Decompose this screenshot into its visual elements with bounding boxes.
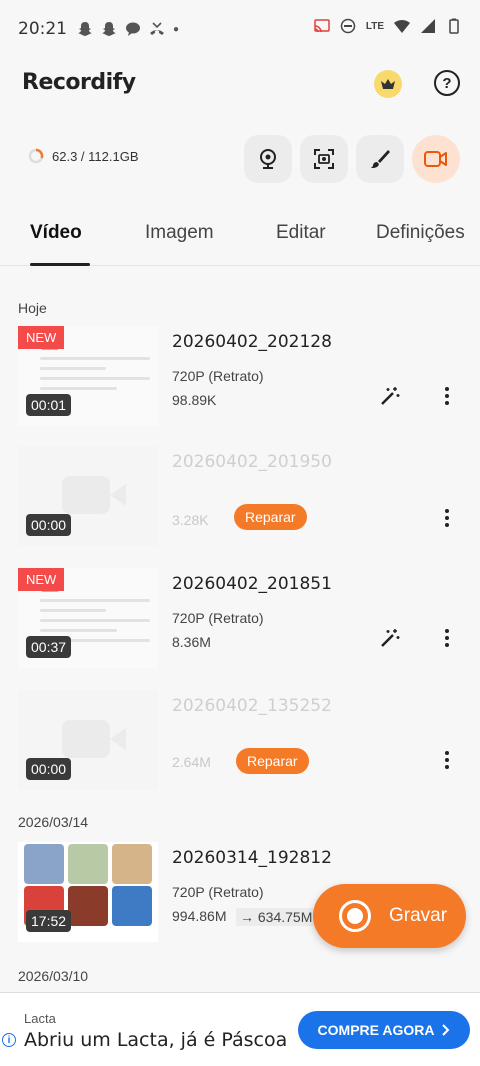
storage-ring-icon (28, 148, 44, 164)
duration-badge: 00:00 (26, 758, 72, 780)
video-thumbnail[interactable]: NEW 00:01 (18, 326, 158, 426)
video-placeholder-icon (62, 476, 126, 514)
list-item[interactable]: NEW 00:01 20260402_202128 720P (Retrato)… (0, 326, 480, 426)
new-badge: NEW (18, 568, 65, 591)
app-header: Recordify ? (0, 60, 480, 110)
brush-icon (371, 150, 390, 168)
video-thumbnail[interactable]: NEW 00:37 (18, 568, 158, 668)
magic-edit-button[interactable] (376, 624, 404, 652)
ad-info-icon[interactable]: i (2, 1033, 16, 1047)
more-options-button[interactable] (436, 504, 458, 532)
screenshot-button[interactable] (300, 135, 348, 183)
duration-badge: 00:37 (26, 636, 72, 658)
more-options-button[interactable] (436, 746, 458, 774)
lte-indicator: LTE (365, 20, 384, 32)
webcam-button[interactable] (244, 135, 292, 183)
item-resolution: 720P (Retrato) (172, 368, 264, 384)
item-title: 20260402_201851 (172, 574, 332, 594)
record-button[interactable]: Gravar (313, 884, 466, 948)
snapchat-icon (78, 22, 92, 36)
dot-icon: ● (173, 23, 180, 35)
arrow-right-icon: → (240, 909, 258, 925)
repair-button[interactable]: Reparar (236, 748, 309, 774)
battery-icon (449, 18, 459, 34)
list-item[interactable]: 00:00 20260402_201950 3.28K Reparar (0, 446, 480, 546)
duration-badge: 00:00 (26, 514, 72, 536)
list-item[interactable]: 00:00 20260402_135252 2.64M Reparar (0, 690, 480, 790)
repair-button[interactable]: Reparar (234, 504, 307, 530)
signal-icon (421, 19, 435, 33)
webcam-icon (260, 149, 276, 169)
screenshot-icon (314, 149, 334, 169)
video-thumbnail[interactable]: 00:00 (18, 446, 158, 546)
section-label: Hoje (18, 300, 47, 316)
more-options-button[interactable] (436, 624, 458, 652)
ad-text: Abriu um Lacta, já é Páscoa (24, 1029, 288, 1051)
video-camera-icon (424, 151, 447, 167)
duration-badge: 00:01 (26, 394, 72, 416)
tab-video[interactable]: Vídeo (30, 222, 82, 244)
storage-text: 62.3 / 112.1GB (52, 148, 139, 164)
item-size: 3.28K (172, 512, 209, 528)
more-options-button[interactable] (436, 382, 458, 410)
brush-button[interactable] (356, 135, 404, 183)
item-title: 20260402_135252 (172, 696, 332, 716)
compressed-size: → 634.75M (236, 908, 317, 926)
tab-image[interactable]: Imagem (145, 222, 214, 244)
missed-call-icon (150, 22, 164, 35)
item-size: 98.89K (172, 392, 217, 408)
section-label: 2026/03/10 (18, 968, 89, 984)
app-logo: Recordify (22, 70, 136, 95)
magic-wand-icon (381, 629, 400, 647)
section-label: 2026/03/14 (18, 814, 89, 830)
item-resolution: 720P (Retrato) (172, 610, 264, 626)
ad-cta-button[interactable]: COMPRE AGORA (298, 1011, 470, 1049)
magic-wand-icon (381, 387, 400, 405)
chat-icon (126, 22, 140, 36)
magic-edit-button[interactable] (376, 382, 404, 410)
item-title: 20260314_192812 (172, 848, 332, 868)
item-size: 8.36M (172, 634, 211, 650)
cast-icon (314, 19, 330, 33)
tab-edit[interactable]: Editar (276, 222, 326, 244)
premium-button[interactable] (374, 70, 402, 98)
item-size: 2.64M (172, 754, 211, 770)
item-title: 20260402_201950 (172, 452, 332, 472)
status-bar: 20:21 ● LTE (0, 0, 480, 58)
ad-banner[interactable]: i Lacta Abriu um Lacta, já é Páscoa COMP… (0, 992, 480, 1066)
item-resolution: 720P (Retrato) (172, 884, 264, 900)
tab-indicator (30, 263, 90, 266)
record-icon (339, 900, 371, 932)
tab-bar: Vídeo Imagem Editar Definições (0, 218, 480, 266)
record-label: Gravar (389, 905, 448, 926)
status-time: 20:21 (18, 19, 67, 39)
video-placeholder-icon (62, 720, 126, 758)
do-not-disturb-icon (340, 18, 356, 34)
duration-badge: 17:52 (26, 910, 72, 932)
video-thumbnail[interactable]: 00:00 (18, 690, 158, 790)
record-mode-button[interactable] (412, 135, 460, 183)
video-thumbnail[interactable]: 17:52 (18, 842, 158, 942)
ad-brand: Lacta (24, 1011, 56, 1026)
tab-settings[interactable]: Definições (376, 222, 465, 244)
crown-icon (381, 79, 395, 89)
chevron-right-icon (442, 1024, 450, 1036)
item-size: 994.86M (172, 908, 227, 924)
wifi-icon (394, 19, 410, 33)
new-badge: NEW (18, 326, 65, 349)
snapchat-icon (102, 22, 116, 36)
help-button[interactable]: ? (434, 70, 460, 96)
item-title: 20260402_202128 (172, 332, 332, 352)
storage-indicator: 62.3 / 112.1GB (28, 148, 139, 164)
list-item[interactable]: NEW 00:37 20260402_201851 720P (Retrato)… (0, 568, 480, 668)
